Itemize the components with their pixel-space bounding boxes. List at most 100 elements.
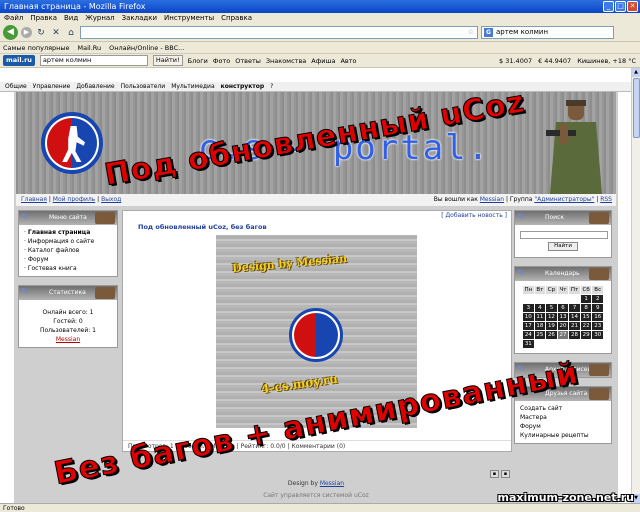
vertical-scrollbar[interactable]: ▲ ▼ — [631, 68, 640, 503]
usd-rate[interactable]: $ 31.4007 — [499, 57, 532, 65]
calendar-day[interactable]: 18 — [534, 322, 546, 330]
ucoz-multimedia[interactable]: Мультимедиа — [171, 82, 214, 91]
calendar-day[interactable]: 9 — [592, 304, 603, 312]
minimize-button[interactable]: _ — [603, 1, 614, 12]
calendar-day[interactable]: 12 — [546, 313, 557, 321]
forward-button[interactable]: ▶ — [21, 27, 32, 38]
eur-rate[interactable]: € 44.9407 — [538, 57, 571, 65]
reload-icon[interactable]: ↻ — [35, 27, 47, 39]
menu-bookmarks[interactable]: Закладки — [122, 13, 157, 24]
calendar-day[interactable]: 29 — [580, 331, 592, 339]
calendar-day[interactable]: 20 — [557, 322, 569, 330]
online-user-link[interactable]: Messian — [24, 335, 112, 344]
ucoz-constructor[interactable]: конструктор — [221, 82, 265, 91]
rss-link[interactable]: RSS — [600, 196, 612, 203]
calendar-day[interactable]: 8 — [580, 304, 592, 312]
stop-icon[interactable]: ✕ — [50, 27, 62, 39]
ucoz-general[interactable]: Общие — [5, 82, 27, 91]
ucoz-manage[interactable]: Управление — [33, 82, 71, 91]
stats-block: ✎ Статистика Онлайн всего: 1 Гостей: 0 П… — [18, 285, 118, 348]
calendar-day[interactable]: 24 — [523, 331, 534, 339]
back-button[interactable]: ◀ — [3, 25, 18, 40]
mailru-item-dating[interactable]: Знакомства — [266, 57, 306, 65]
friend-link[interactable]: Кулинарные рецепты — [520, 431, 606, 440]
weather[interactable]: Кишинев, +18 °C — [577, 57, 636, 65]
ucoz-users[interactable]: Пользователи — [121, 82, 166, 91]
calendar-day[interactable]: 11 — [534, 313, 546, 321]
friend-link[interactable]: Создать сайт — [520, 404, 606, 413]
user-link[interactable]: Messian — [480, 196, 504, 203]
calendar-day[interactable]: 13 — [557, 313, 569, 321]
add-news-link[interactable]: [ Добавить новость ] — [441, 212, 507, 219]
mailru-item-auto[interactable]: Авто — [340, 57, 356, 65]
mailru-item-photo[interactable]: Фото — [213, 57, 230, 65]
calendar-day[interactable]: 19 — [546, 322, 557, 330]
menu-help[interactable]: Справка — [221, 13, 252, 24]
calendar-day[interactable]: 31 — [523, 340, 534, 348]
site-search-input[interactable] — [520, 231, 608, 239]
block-title: Меню сайта — [49, 214, 87, 221]
menu-tools[interactable]: Инструменты — [164, 13, 214, 24]
calendar-day[interactable]: 5 — [546, 304, 557, 312]
bookmark-star-icon[interactable]: ☆ — [468, 27, 474, 38]
menu-item-info[interactable]: · Информация о сайте — [24, 237, 112, 246]
bookmark-item-bbc[interactable]: Онлайн/Online - BBC... — [109, 42, 184, 53]
ucoz-help[interactable]: ? — [270, 82, 273, 91]
menu-item-guestbook[interactable]: · Гостевая книга — [24, 264, 112, 273]
crumb-home[interactable]: Главная — [21, 196, 47, 203]
home-icon[interactable]: ⌂ — [65, 27, 77, 39]
footer-author-link[interactable]: Messian — [320, 480, 344, 487]
calendar-day[interactable]: 28 — [569, 331, 580, 339]
mailru-item-blogs[interactable]: Блоги — [188, 57, 208, 65]
friend-link[interactable]: Мастера — [520, 413, 606, 422]
search-input[interactable]: G артем колмин — [481, 26, 614, 39]
calendar-day[interactable]: 23 — [592, 322, 603, 330]
calendar-day[interactable]: 26 — [546, 331, 557, 339]
bookmark-item-popular[interactable]: Самые популярные — [3, 42, 70, 53]
site-search-button[interactable]: Найти — [548, 242, 578, 251]
mailru-search-button[interactable]: Найти! — [152, 55, 183, 66]
calendar-day[interactable]: 25 — [534, 331, 546, 339]
menu-item-files[interactable]: · Каталог файлов — [24, 246, 112, 255]
mailru-item-afisha[interactable]: Афиша — [311, 57, 335, 65]
scroll-up-icon[interactable]: ▲ — [632, 68, 640, 77]
calendar-day[interactable]: 1 — [580, 295, 592, 303]
calendar-day[interactable]: 10 — [523, 313, 534, 321]
calendar-day[interactable]: 4 — [534, 304, 546, 312]
calendar-day[interactable]: 3 — [523, 304, 534, 312]
module-icon[interactable]: ▪ — [501, 470, 510, 478]
crumb-profile[interactable]: Мой профиль — [53, 196, 95, 203]
menu-file[interactable]: Файл — [4, 13, 23, 24]
calendar-day[interactable]: 14 — [569, 313, 580, 321]
calendar-day[interactable]: 2 — [592, 295, 603, 303]
calendar-day[interactable]: 6 — [557, 304, 569, 312]
address-bar[interactable]: ☆ — [80, 26, 478, 39]
scroll-thumb[interactable] — [633, 78, 640, 138]
group-link[interactable]: "Администраторы" — [534, 196, 594, 203]
calendar-day[interactable]: 17 — [523, 322, 534, 330]
mailru-logo[interactable]: mail.ru — [3, 55, 35, 66]
menu-item-home[interactable]: · Главная страница — [24, 228, 112, 237]
google-icon[interactable]: G — [484, 28, 493, 37]
mailru-item-answers[interactable]: Ответы — [235, 57, 261, 65]
crumb-exit[interactable]: Выход — [101, 196, 121, 203]
calendar-day[interactable]: 21 — [569, 322, 580, 330]
post-title[interactable]: Под обновленный uCoz, без багов — [138, 223, 267, 231]
calendar-day[interactable]: 27 — [557, 331, 569, 339]
close-button[interactable]: ✕ — [627, 1, 638, 12]
friend-link[interactable]: Форум — [520, 422, 606, 431]
mailru-search-input[interactable]: артем колмин — [39, 55, 148, 66]
menu-view[interactable]: Вид — [64, 13, 78, 24]
module-icon[interactable]: ▪ — [490, 470, 499, 478]
calendar-day[interactable]: 30 — [592, 331, 603, 339]
bookmark-item-mailru[interactable]: Mail.Ru — [78, 42, 102, 53]
calendar-day[interactable]: 15 — [580, 313, 592, 321]
calendar-day[interactable]: 7 — [569, 304, 580, 312]
menu-edit[interactable]: Правка — [30, 13, 57, 24]
ucoz-add[interactable]: Добавление — [76, 82, 114, 91]
calendar-day[interactable]: 22 — [580, 322, 592, 330]
calendar-day[interactable]: 16 — [592, 313, 603, 321]
menu-history[interactable]: Журнал — [85, 13, 114, 24]
maximize-button[interactable]: □ — [615, 1, 626, 12]
menu-item-forum[interactable]: · Форум — [24, 255, 112, 264]
